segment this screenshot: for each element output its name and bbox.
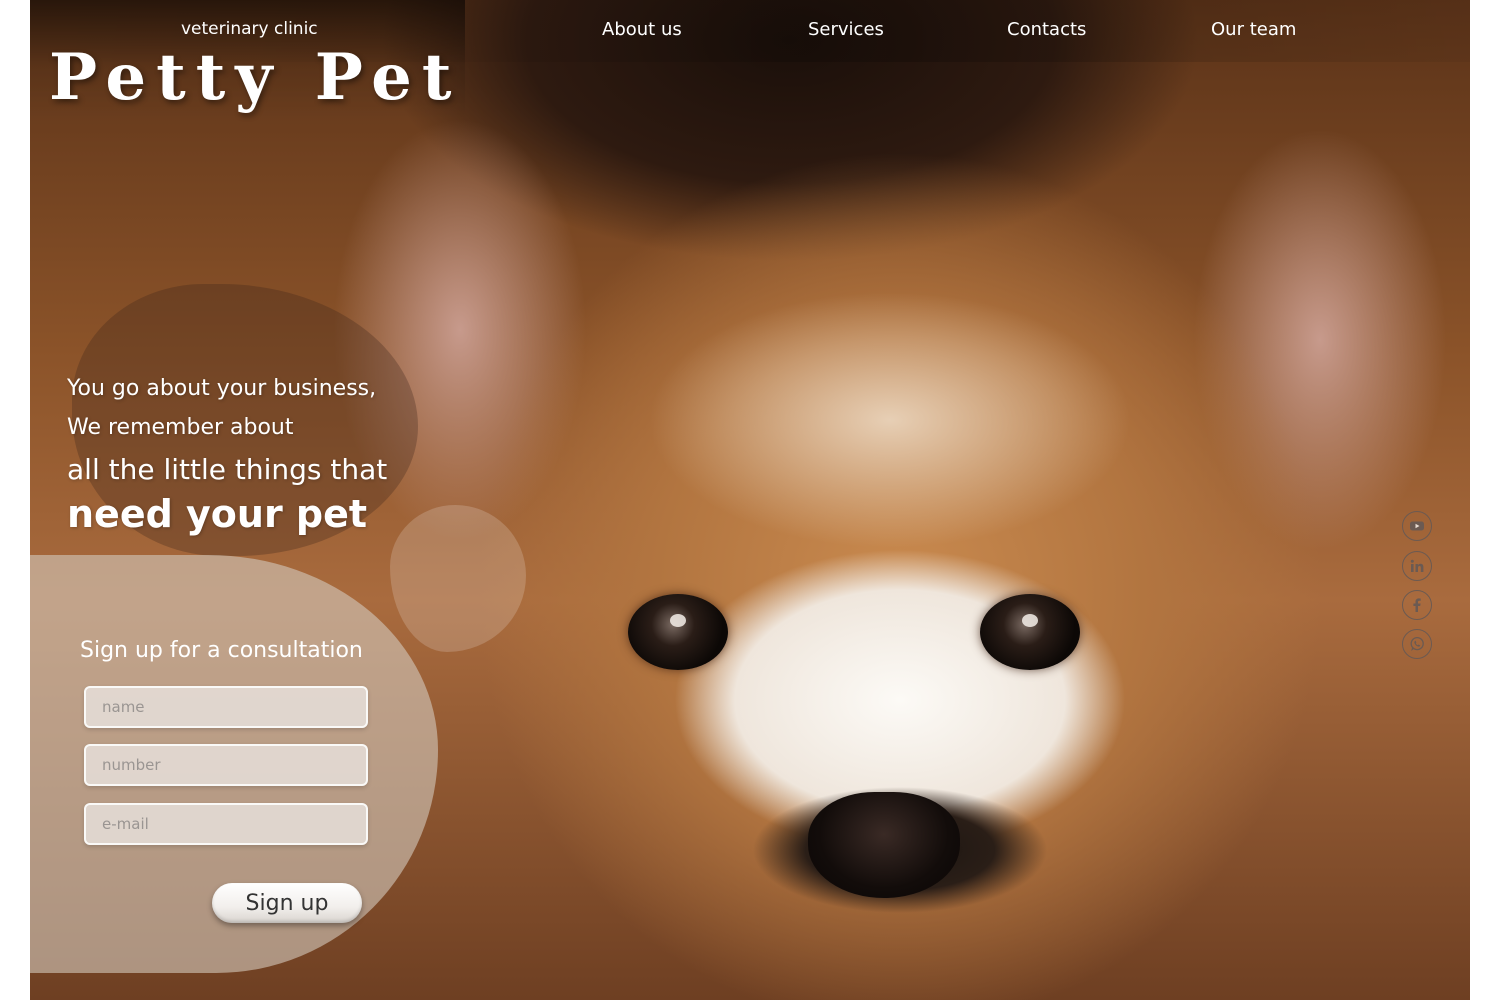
hero-line-3: all the little things that	[67, 453, 388, 486]
whatsapp-icon[interactable]	[1402, 629, 1432, 659]
youtube-icon[interactable]	[1402, 511, 1432, 541]
brand-logo[interactable]: Petty Pet	[49, 40, 461, 115]
hero-line-2: We remember about	[67, 415, 294, 440]
hero-line-1: You go about your business,	[67, 376, 377, 401]
decor-blob-mid	[390, 505, 526, 652]
nav-our-team[interactable]: Our team	[1211, 19, 1296, 40]
linkedin-icon[interactable]	[1402, 551, 1432, 581]
puppy-left-eye	[628, 594, 728, 670]
nav-contacts[interactable]: Contacts	[1007, 19, 1086, 40]
email-input[interactable]	[84, 803, 368, 845]
nav-services[interactable]: Services	[808, 19, 884, 40]
sign-up-button[interactable]: Sign up	[212, 883, 362, 923]
hero-line-4: need your pet	[67, 492, 368, 536]
facebook-icon[interactable]	[1402, 590, 1432, 620]
nav-about-us[interactable]: About us	[602, 19, 682, 40]
number-input[interactable]	[84, 744, 368, 786]
puppy-nose	[808, 792, 960, 898]
name-input[interactable]	[84, 686, 368, 728]
site-subtitle: veterinary clinic	[181, 19, 318, 39]
consultation-form-title: Sign up for a consultation	[80, 638, 363, 663]
puppy-right-eye	[980, 594, 1080, 670]
